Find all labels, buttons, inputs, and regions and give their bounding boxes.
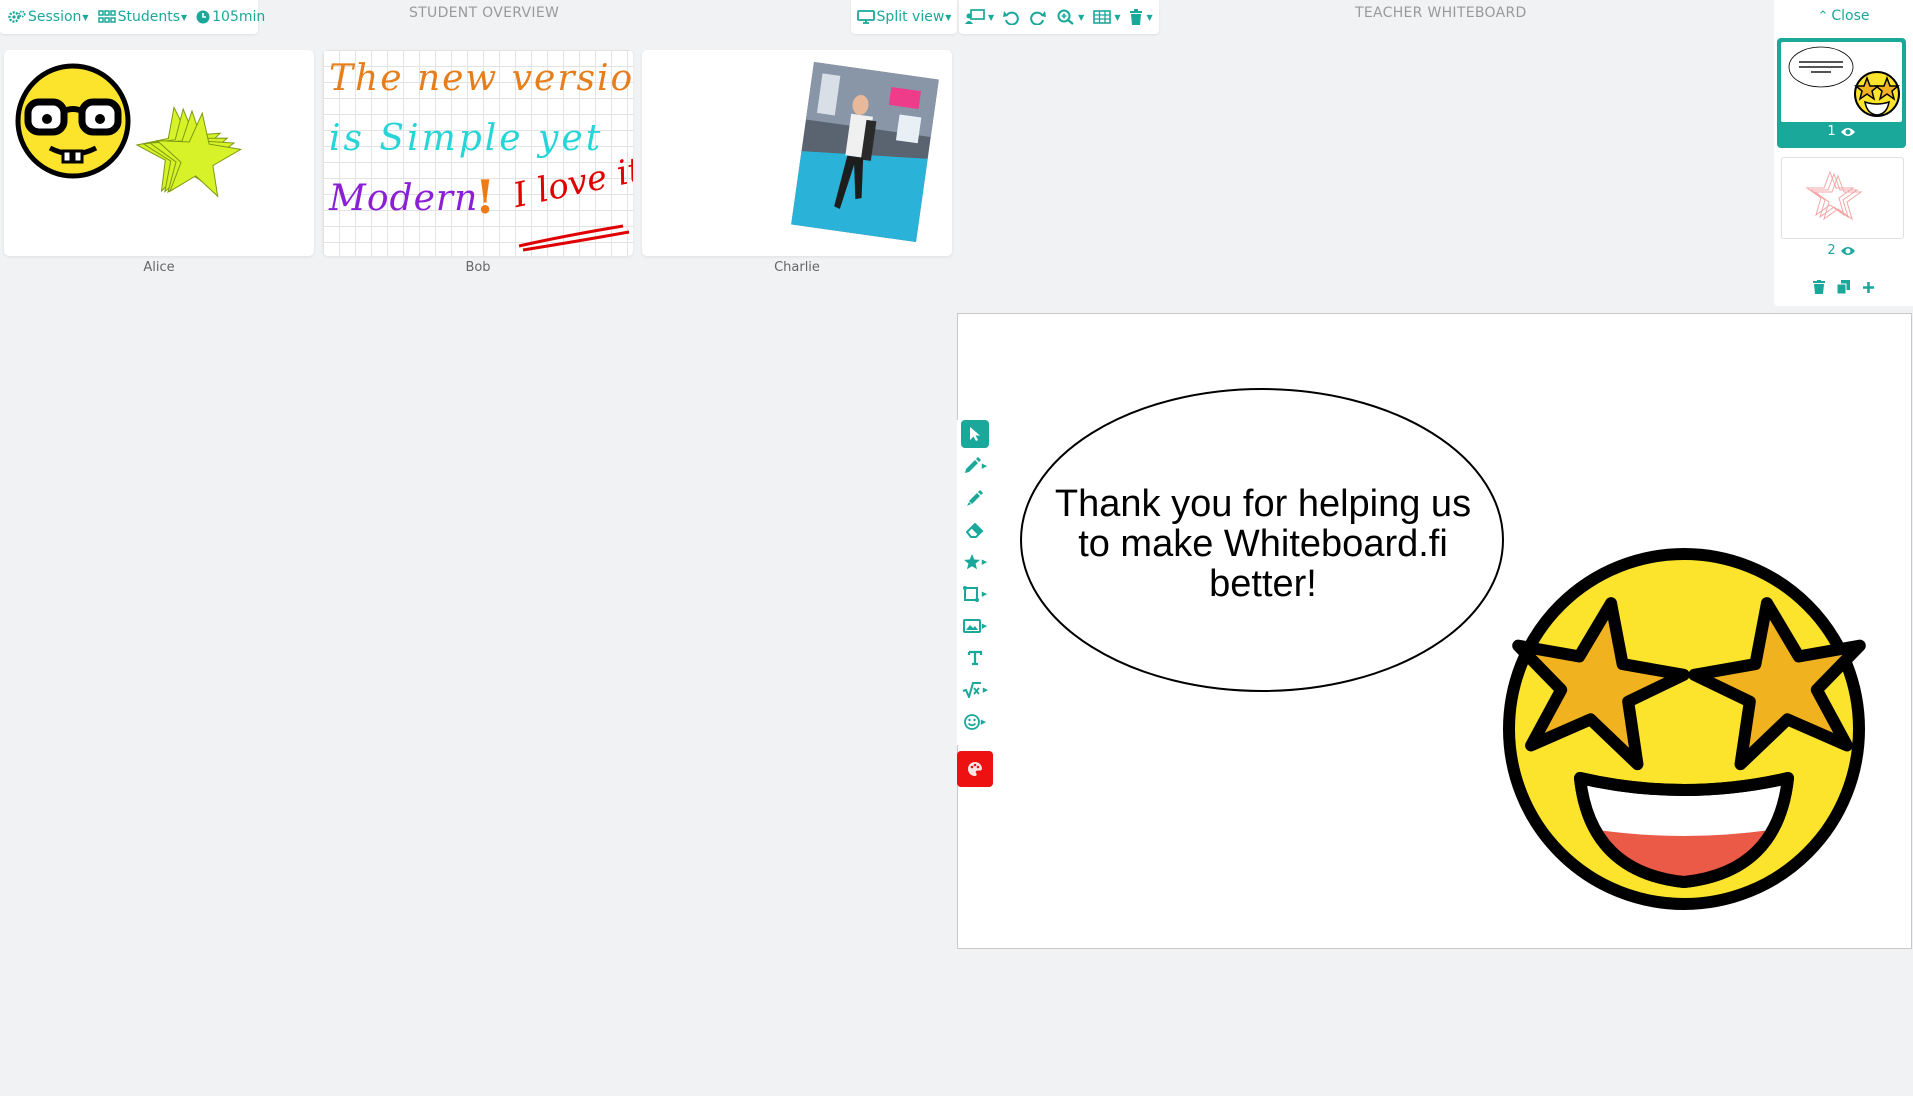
duplicate-page-icon[interactable] <box>1836 280 1850 294</box>
chevron-down-icon: ▼ <box>988 12 995 22</box>
page-number-2: 2 <box>1827 243 1836 258</box>
image-tool[interactable]: ▶ <box>961 612 989 640</box>
students-label: Students <box>117 9 180 25</box>
nerd-face-emoji <box>15 63 131 179</box>
student-name-charlie: Charlie <box>774 260 820 275</box>
chevron-down-icon: ▼ <box>1114 12 1121 22</box>
session-menu-button[interactable]: Session ▼ <box>8 9 89 25</box>
chevron-down-icon: ▼ <box>1078 12 1085 22</box>
chevron-up-icon: ⌃ <box>1817 8 1829 24</box>
eye-icon <box>1840 246 1855 255</box>
split-view-button[interactable]: Split view ▼ <box>856 9 952 25</box>
chevron-down-icon: ▼ <box>180 12 188 22</box>
page-2-preview <box>1805 170 1863 221</box>
star-shape-icon <box>963 554 980 570</box>
text-tool[interactable] <box>961 644 989 672</box>
pages-panel: ⌃ Close 1 2 <box>1774 0 1913 306</box>
add-page-icon[interactable] <box>1862 281 1875 294</box>
redo-button[interactable] <box>1030 9 1048 25</box>
chevron-down-icon: ▼ <box>82 12 89 22</box>
redo-icon <box>1030 11 1047 25</box>
pencil-icon <box>964 457 981 473</box>
student-board-alice[interactable] <box>4 50 314 256</box>
delete-page-icon[interactable] <box>1812 280 1825 294</box>
page-1-preview <box>1788 46 1901 117</box>
eye-icon <box>1840 127 1855 136</box>
teacher-whiteboard-canvas[interactable]: Thank you for helping us to make Whitebo… <box>957 313 1912 949</box>
shapes-icon <box>962 586 979 602</box>
drawing-tools-panel: ▶ ▶ ▶ ▶ ▶ ▶ <box>957 420 993 745</box>
select-tool[interactable] <box>961 420 989 448</box>
math-icon <box>962 682 981 698</box>
emoji-tool[interactable]: ▶ <box>961 708 989 736</box>
session-label: Session <box>28 9 82 25</box>
student-board-bob[interactable]: The new version is Simple yet Modern ! I… <box>323 50 633 256</box>
gears-icon <box>8 10 26 23</box>
stamp-tool[interactable]: ▶ <box>961 548 989 576</box>
students-menu-button[interactable]: Students ▼ <box>97 9 188 25</box>
eraser-tool[interactable] <box>961 516 989 544</box>
monitor-icon <box>856 10 875 24</box>
close-pages-button[interactable]: ⌃ Close <box>1774 8 1913 24</box>
student-overview-title: STUDENT OVERVIEW <box>409 5 560 21</box>
view-toolbar: Split view ▼ <box>851 0 957 34</box>
split-view-label: Split view <box>876 9 945 25</box>
presenter-icon <box>965 9 985 24</box>
page-item-1[interactable]: 1 <box>1777 38 1906 148</box>
close-label: Close <box>1831 8 1870 24</box>
board-toolbar: ▼ ▼ ▼ ▼ <box>959 0 1159 34</box>
image-icon <box>962 619 981 633</box>
session-toolbar: Session ▼ Students ▼ 105min <box>0 0 265 34</box>
student-name-bob: Bob <box>465 260 491 275</box>
page-label-1: 1 <box>1777 124 1906 139</box>
student-board-charlie[interactable] <box>642 50 952 256</box>
chevron-right-icon: ▶ <box>981 462 988 470</box>
timer-button[interactable]: 105min <box>196 9 265 25</box>
table-grid-icon <box>1093 10 1112 24</box>
stacked-stars-drawing <box>135 105 243 198</box>
background-grid-button[interactable]: ▼ <box>1093 10 1120 24</box>
clear-board-button[interactable]: ▼ <box>1129 9 1153 25</box>
bob-underline-scribble <box>518 224 630 252</box>
highlighter-tool[interactable] <box>961 484 989 512</box>
undo-icon <box>1003 11 1019 25</box>
chevron-down-icon: ▼ <box>1146 12 1153 22</box>
math-tool[interactable]: ▶ <box>961 676 989 704</box>
teacher-whiteboard-title: TEACHER WHITEBOARD <box>1355 5 1527 21</box>
trash-icon <box>1130 9 1143 25</box>
chevron-right-icon: ▶ <box>981 558 988 566</box>
palette-icon <box>968 762 982 776</box>
select-arrow-icon <box>970 427 980 441</box>
page-number-1: 1 <box>1827 124 1836 139</box>
star-struck-emoji[interactable] <box>1488 542 1888 922</box>
student-name-alice: Alice <box>143 260 175 275</box>
page-thumbnail-1 <box>1780 41 1903 123</box>
chevron-right-icon: ▶ <box>981 590 988 598</box>
timer-label: 105min <box>212 9 266 25</box>
teacher-screen-button[interactable]: ▼ <box>965 9 994 25</box>
undo-button[interactable] <box>1003 9 1021 25</box>
clock-icon <box>196 10 210 24</box>
text-icon <box>967 650 983 666</box>
pencil-tool[interactable]: ▶ <box>961 452 989 480</box>
color-picker-button[interactable] <box>957 751 993 787</box>
chevron-down-icon: ▼ <box>945 12 952 22</box>
charlie-photo <box>791 62 939 242</box>
shapes-tool[interactable]: ▶ <box>961 580 989 608</box>
page-item-2[interactable] <box>1781 157 1904 239</box>
whiteboard-text-box[interactable]: Thank you for helping us to make Whitebo… <box>1038 484 1488 604</box>
chevron-right-icon: ▶ <box>982 686 989 694</box>
chevron-right-icon: ▶ <box>981 622 988 630</box>
zoom-in-icon <box>1057 9 1074 25</box>
page-actions <box>1774 280 1913 294</box>
page-label-2: 2 <box>1781 243 1902 258</box>
eraser-icon <box>966 522 984 538</box>
alice-board-drawing <box>15 63 243 198</box>
grid-users-icon <box>97 10 116 23</box>
highlighter-icon <box>967 490 983 506</box>
zoom-button[interactable]: ▼ <box>1057 9 1084 25</box>
emoji-icon <box>963 714 980 730</box>
chevron-right-icon: ▶ <box>980 718 987 726</box>
